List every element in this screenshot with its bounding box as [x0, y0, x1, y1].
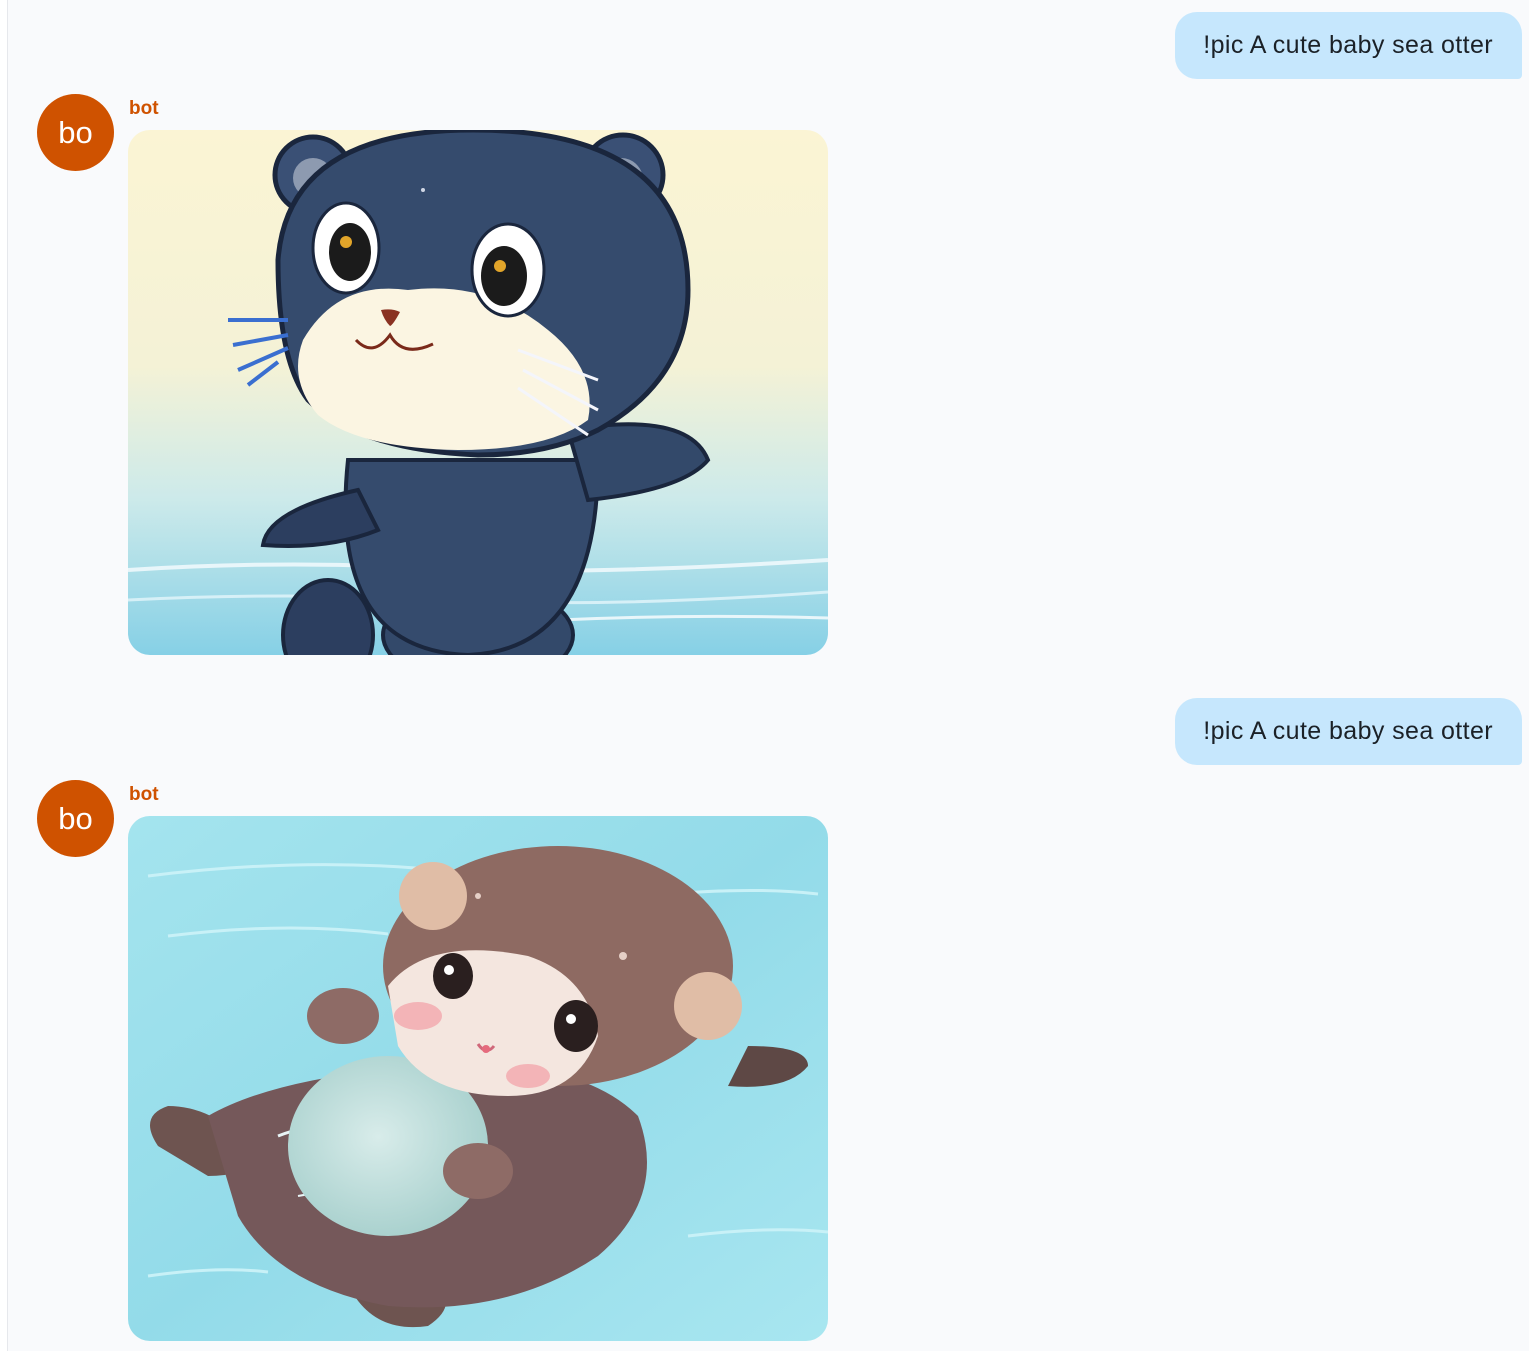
user-message-bubble: !pic A cute baby sea otter [1175, 698, 1522, 765]
generated-image-brown-otter[interactable] [128, 816, 828, 1341]
generated-image-dark-otter[interactable] [128, 130, 828, 655]
bot-sender-name: bot [129, 98, 159, 119]
user-message-bubble: !pic A cute baby sea otter [1175, 12, 1522, 79]
chat-message-list[interactable]: !pic A cute baby sea otter bo bot !pic A… [7, 0, 1529, 1351]
bot-sender-name: bot [129, 784, 159, 805]
bot-avatar[interactable]: bo [37, 780, 114, 857]
bot-avatar[interactable]: bo [37, 94, 114, 171]
